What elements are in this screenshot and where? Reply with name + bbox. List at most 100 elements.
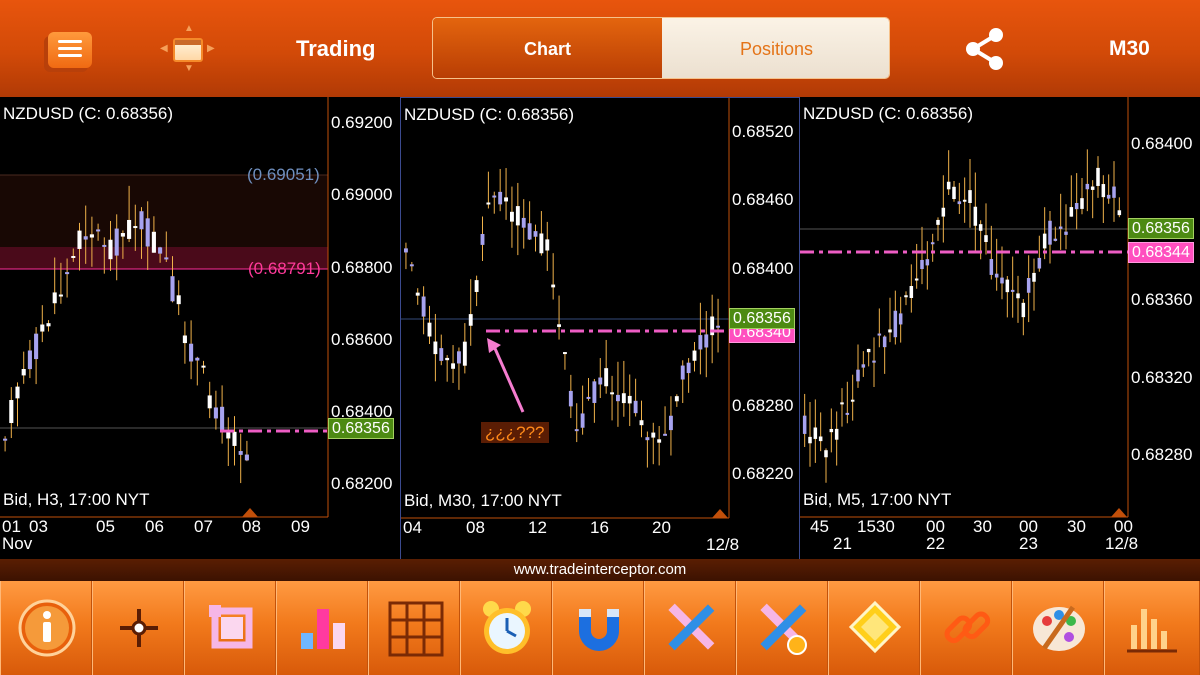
indicators-button[interactable] xyxy=(276,581,368,675)
candle-body xyxy=(633,400,638,414)
candle-body xyxy=(674,396,679,402)
date-axis-sublabel: 22 xyxy=(926,534,945,553)
candle-body xyxy=(877,333,882,336)
tab-chart[interactable]: Chart xyxy=(433,18,662,78)
magnet-button[interactable] xyxy=(552,581,644,675)
candle-body xyxy=(52,292,57,304)
crop-button[interactable] xyxy=(184,581,276,675)
candle-body xyxy=(1058,226,1063,229)
candle-body xyxy=(639,420,644,426)
date-axis-label: 30 xyxy=(973,517,992,536)
drawing-tools-icon xyxy=(668,603,715,651)
timeframe-selector[interactable]: M30 xyxy=(1109,37,1150,61)
indicators-icon xyxy=(301,609,345,649)
candle-body xyxy=(58,294,63,297)
candle-body xyxy=(627,395,632,404)
candle-body xyxy=(829,428,834,433)
candle-body xyxy=(824,450,828,458)
grid-button[interactable] xyxy=(368,581,460,675)
candle-body xyxy=(133,226,138,229)
candle-body xyxy=(102,244,107,247)
palette-icon xyxy=(1033,605,1085,651)
date-axis-label: 16 xyxy=(590,518,609,537)
chart-type-button[interactable] xyxy=(1104,581,1200,675)
chart-pane-m30[interactable]: ¿¿¿??? NZDUSD (C: 0.68356) 0.68520 0.684… xyxy=(400,97,800,559)
candle-body xyxy=(480,234,485,245)
website-link[interactable]: www.tradeinterceptor.com xyxy=(514,561,687,578)
bar-chart-icon xyxy=(1127,609,1177,653)
candle-body xyxy=(139,211,144,230)
candle-body xyxy=(645,437,650,441)
drawing-tools-alert-icon xyxy=(760,603,807,655)
candle-body xyxy=(213,407,218,419)
candle-body xyxy=(71,255,76,258)
chart-info: Bid, H3, 17:00 NYT xyxy=(3,490,150,509)
candle-body xyxy=(415,292,420,296)
crosshair-button[interactable] xyxy=(92,581,184,675)
candle-body xyxy=(563,352,567,355)
candle-body xyxy=(65,272,70,275)
candle-body xyxy=(492,195,497,198)
candle-body xyxy=(598,377,603,385)
link-button[interactable] xyxy=(920,581,1012,675)
candle-body xyxy=(1037,257,1042,269)
chart-pane-m5[interactable]: NZDUSD (C: 0.68356) 0.68400 0.68360 0.68… xyxy=(800,97,1200,559)
candle-body xyxy=(545,239,550,251)
fill-button[interactable] xyxy=(828,581,920,675)
chart-pane-h3[interactable]: NZDUSD (C: 0.68356) (0.69051) (0.68791) … xyxy=(0,97,400,559)
candle-body xyxy=(840,402,844,405)
candle-body xyxy=(1112,186,1116,198)
candle-body xyxy=(616,394,620,402)
info-button[interactable] xyxy=(0,581,92,675)
candle-body xyxy=(427,322,432,337)
palette-button[interactable] xyxy=(1012,581,1104,675)
candle-body xyxy=(1026,278,1031,293)
candle-body xyxy=(941,207,946,217)
app-title: Trading xyxy=(296,36,376,61)
date-axis-label: 08 xyxy=(242,517,261,536)
date-axis-label: 07 xyxy=(194,517,213,536)
candle-body xyxy=(468,314,473,326)
alarm-button[interactable] xyxy=(460,581,552,675)
candle-body xyxy=(1016,293,1020,299)
price-axis-label: 0.68600 xyxy=(331,330,393,349)
candle-body xyxy=(909,286,914,298)
candle-body xyxy=(669,415,673,431)
tab-positions[interactable]: Positions xyxy=(662,18,889,78)
menu-icon[interactable] xyxy=(40,28,94,72)
candle-body xyxy=(904,295,908,298)
candle-body xyxy=(621,393,626,404)
price-axis-label: 0.68400 xyxy=(1131,134,1193,153)
crop-icon xyxy=(209,605,253,649)
candle-body xyxy=(989,259,994,275)
drawing-tools-alert-button[interactable] xyxy=(736,581,828,675)
candle-body xyxy=(802,415,807,434)
candle-body xyxy=(968,190,972,203)
drawing-tools-button[interactable] xyxy=(644,581,736,675)
candle-body xyxy=(189,343,194,362)
candle-body xyxy=(1021,302,1026,318)
price-axis-label: 0.68360 xyxy=(1131,290,1193,309)
price-axis-label: 0.68320 xyxy=(1131,368,1193,387)
candle-body xyxy=(421,296,426,317)
date-axis-sublabel: Nov xyxy=(2,534,33,553)
candle-body xyxy=(1005,279,1010,293)
share-icon[interactable] xyxy=(962,26,1008,72)
screen-icon[interactable]: ▲ ▼ ◀ ▶ xyxy=(160,24,216,74)
candle-body xyxy=(680,365,685,380)
candle-body xyxy=(451,363,455,369)
candle-body xyxy=(872,360,876,363)
candle-body xyxy=(151,231,156,253)
candle-body xyxy=(1000,277,1004,284)
candle-body xyxy=(1090,186,1095,190)
candle-body xyxy=(127,219,132,239)
chart-info: Bid, M5, 17:00 NYT xyxy=(803,490,952,509)
candle-body xyxy=(83,236,88,240)
candle-body xyxy=(651,432,656,438)
price-axis-label: 0.68280 xyxy=(1131,445,1193,464)
candle-body xyxy=(604,368,609,387)
bottom-toolbar xyxy=(0,581,1200,675)
candle-body xyxy=(882,336,887,348)
chart-symbol-title: NZDUSD (C: 0.68356) xyxy=(404,105,575,124)
candle-body xyxy=(813,427,818,439)
